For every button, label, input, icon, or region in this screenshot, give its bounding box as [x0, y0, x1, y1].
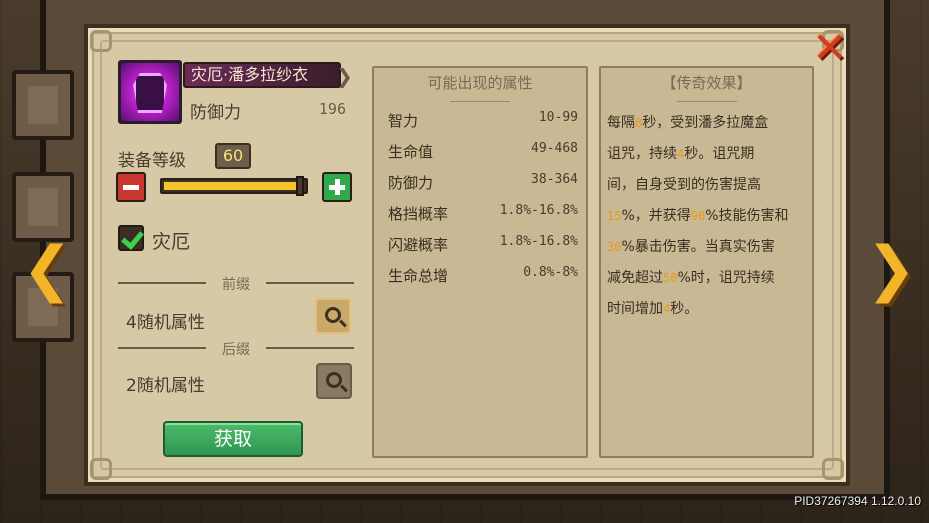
- effect-text: %，并获得: [621, 208, 691, 224]
- attribute-name: 生命值: [388, 143, 434, 161]
- prefix-search-button[interactable]: [315, 298, 351, 334]
- suffix-divider: 后缀: [118, 338, 354, 358]
- curse-checkbox[interactable]: [118, 225, 144, 251]
- effect-text: %技能伤害和: [705, 208, 789, 224]
- suffix-search-button[interactable]: [316, 363, 352, 399]
- effect-text: 秒，受到潘多拉魔盒: [642, 115, 769, 131]
- legendary-effect-panel: 【传奇效果】 每隔8秒，受到潘多拉魔盒 诅咒，持续4秒。诅咒期间，自身受到的伤害提…: [599, 66, 814, 458]
- legendary-effect-text: 每隔8秒，受到潘多拉魔盒 诅咒，持续4秒。诅咒期间，自身受到的伤害提高 15%，并获…: [607, 108, 804, 325]
- attribute-range: 1.8%-16.8%: [499, 234, 578, 249]
- attribute-name: 生命总增: [388, 267, 449, 285]
- acquire-button[interactable]: 获取: [163, 421, 303, 457]
- attribute-range: 1.8%-16.8%: [499, 203, 578, 218]
- prefix-text: 4随机属性: [126, 313, 205, 333]
- legendary-effect-line: 间，自身受到的伤害提高: [607, 170, 804, 201]
- chevron-right-icon: ❯: [336, 64, 353, 88]
- background-tab-1: [12, 70, 74, 140]
- panel-corner-ornament: [90, 458, 112, 480]
- close-icon[interactable]: ✕: [810, 27, 850, 69]
- level-slider[interactable]: [160, 176, 308, 196]
- legendary-effect-line: 诅咒，持续4秒。诅咒期: [607, 139, 804, 170]
- magnifier-icon: [325, 307, 341, 323]
- background-tab-2: [12, 172, 74, 242]
- suffix-divider-label: 后缀: [222, 342, 250, 358]
- highlighted-number: 30: [607, 240, 622, 254]
- possible-attributes-title: 可能出现的属性: [427, 74, 533, 92]
- attribute-range: 49-468: [531, 141, 578, 156]
- attribute-name: 格挡概率: [388, 205, 449, 223]
- legendary-effect-line: 时间增加4秒。: [607, 294, 804, 325]
- next-item-arrow-icon[interactable]: ❯: [866, 237, 916, 301]
- effect-text: 减免超过: [607, 270, 663, 286]
- item-name: 灾厄·潘多拉纱衣: [183, 62, 341, 88]
- prefix-divider-label: 前缀: [222, 277, 250, 293]
- level-increase-button[interactable]: [322, 172, 352, 202]
- panel-corner-ornament: [822, 458, 844, 480]
- item-stat-label: 防御力: [190, 103, 241, 123]
- magnifier-icon: [326, 372, 342, 388]
- highlighted-number: 15: [607, 209, 622, 223]
- highlighted-number: 90: [690, 209, 706, 223]
- effect-text: 时间增加: [607, 301, 663, 317]
- legendary-effect-line: 30%暴击伤害。当真实伤害: [607, 232, 804, 263]
- possible-attributes-panel: 可能出现的属性 智力 10-99 生命值 49-468 防御力 38-364 格…: [372, 66, 588, 458]
- attribute-name: 智力: [388, 112, 419, 130]
- attribute-row: 生命总增 0.8%-8%: [388, 265, 578, 287]
- item-stat-value: 196: [318, 100, 346, 118]
- level-slider-fill: [164, 182, 304, 190]
- attribute-row: 智力 10-99: [388, 110, 578, 132]
- equipment-level-label: 装备等级: [118, 151, 186, 171]
- attribute-name: 防御力: [388, 174, 434, 192]
- curse-checkbox-label: 灾厄: [152, 231, 191, 253]
- equipment-level-value: 60: [215, 143, 251, 169]
- previous-item-arrow-icon[interactable]: ❮: [22, 237, 72, 301]
- legendary-effect-title: 【传奇效果】: [661, 74, 752, 92]
- level-decrease-button[interactable]: [116, 172, 146, 202]
- purple-armor-icon: [118, 60, 182, 124]
- legendary-effect-line: 15%，并获得90%技能伤害和: [607, 201, 804, 232]
- version-label: PID37267394 1.12.0.10: [794, 494, 921, 508]
- suffix-text: 2随机属性: [126, 376, 205, 396]
- level-slider-handle[interactable]: [296, 176, 304, 196]
- effect-text: %暴击伤害。当真实伤害: [621, 239, 775, 255]
- highlighted-number: 50: [663, 271, 678, 285]
- attribute-range: 38-364: [531, 172, 578, 187]
- effect-text: 每隔: [607, 115, 635, 131]
- attribute-row: 防御力 38-364: [388, 172, 578, 194]
- attribute-range: 0.8%-8%: [523, 265, 578, 280]
- legendary-effect-line: 减免超过50%时，诅咒持续: [607, 263, 804, 294]
- attribute-row: 闪避概率 1.8%-16.8%: [388, 234, 578, 256]
- title-ornament: [676, 94, 737, 102]
- legendary-effect-line: 每隔8秒，受到潘多拉魔盒: [607, 108, 804, 139]
- attribute-row: 生命值 49-468: [388, 141, 578, 163]
- attribute-range: 10-99: [538, 110, 578, 125]
- effect-text: 秒。诅咒期: [684, 146, 755, 162]
- effect-text: 诅咒，持续: [607, 146, 677, 162]
- prefix-divider: 前缀: [118, 273, 354, 293]
- attribute-row: 格挡概率 1.8%-16.8%: [388, 203, 578, 225]
- panel-corner-ornament: [90, 30, 112, 52]
- effect-text: 间，自身受到的伤害提高: [607, 177, 761, 193]
- effect-text: 秒。: [670, 301, 699, 317]
- title-ornament: [450, 94, 510, 102]
- attribute-name: 闪避概率: [388, 236, 449, 254]
- effect-text: %时，诅咒持续: [677, 270, 775, 286]
